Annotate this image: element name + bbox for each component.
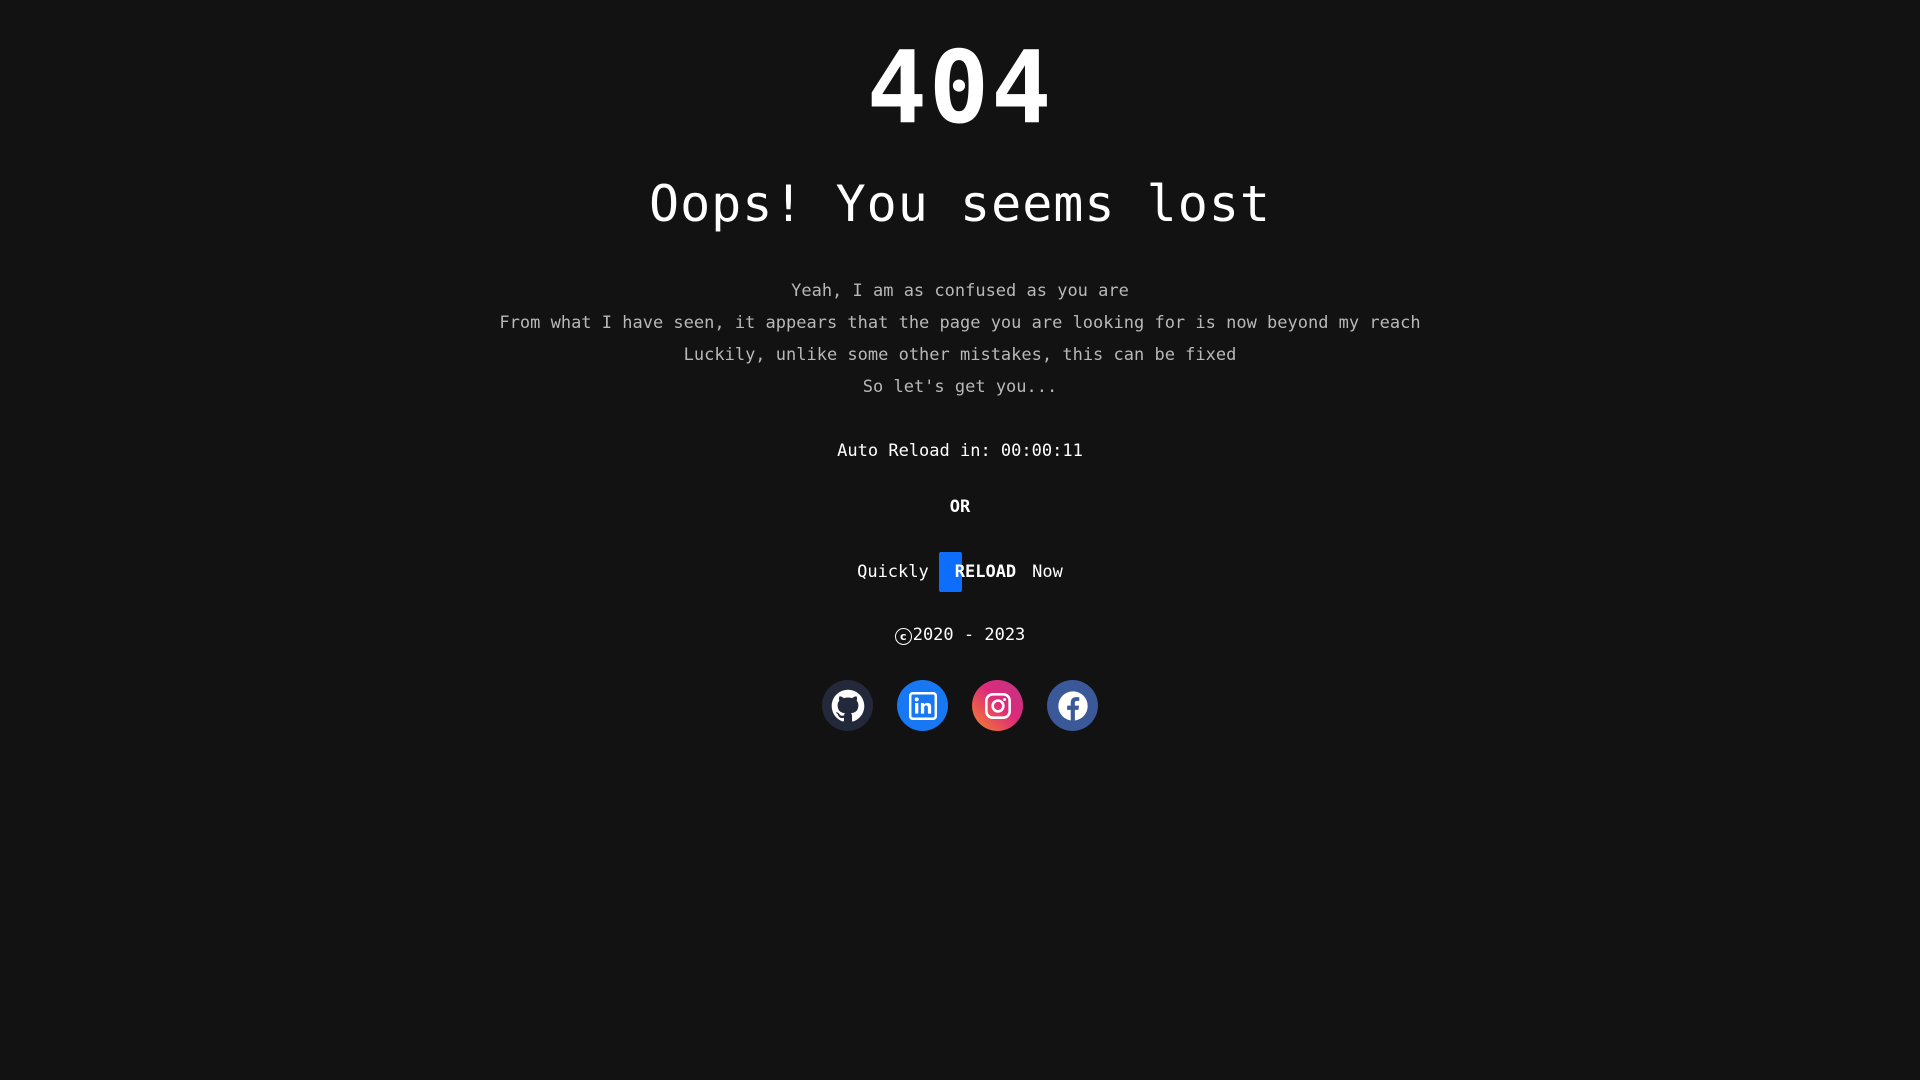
facebook-link[interactable]: [1047, 680, 1098, 731]
instagram-link[interactable]: [972, 680, 1023, 731]
reload-suffix: Now: [1032, 562, 1063, 582]
message-line-1: Yeah, I am as confused as you are: [791, 281, 1129, 301]
copyright-icon: c: [894, 628, 912, 645]
linkedin-icon: [908, 691, 937, 720]
github-icon: [831, 689, 864, 722]
message-line-4: So let's get you...: [862, 377, 1058, 397]
or-separator: OR: [949, 497, 971, 517]
copyright: c 2020 - 2023: [0, 624, 1920, 646]
reload-button-label: RELOAD: [954, 562, 1017, 582]
linkedin-link[interactable]: [897, 680, 948, 731]
message-line-3: Luckily, unlike some other mistakes, thi…: [683, 345, 1237, 365]
reload-row: Quickly RELOAD Now: [0, 552, 1920, 592]
auto-reload-timer: Auto Reload in: 00:00:11: [837, 441, 1083, 461]
github-link[interactable]: [822, 680, 873, 731]
error-page: 404 Oops! You seems lost Yeah, I am as c…: [0, 0, 1920, 1080]
message-line-2: From what I have seen, it appears that t…: [499, 313, 1421, 333]
facebook-icon: [1057, 690, 1088, 721]
social-links: [0, 680, 1920, 731]
page-title: Oops! You seems lost: [648, 175, 1272, 233]
error-code: 404: [866, 29, 1054, 146]
reload-prefix: Quickly: [857, 562, 929, 582]
reload-button[interactable]: RELOAD: [938, 552, 1020, 592]
instagram-icon: [984, 692, 1011, 719]
copyright-years: 2020 - 2023: [912, 625, 1026, 645]
